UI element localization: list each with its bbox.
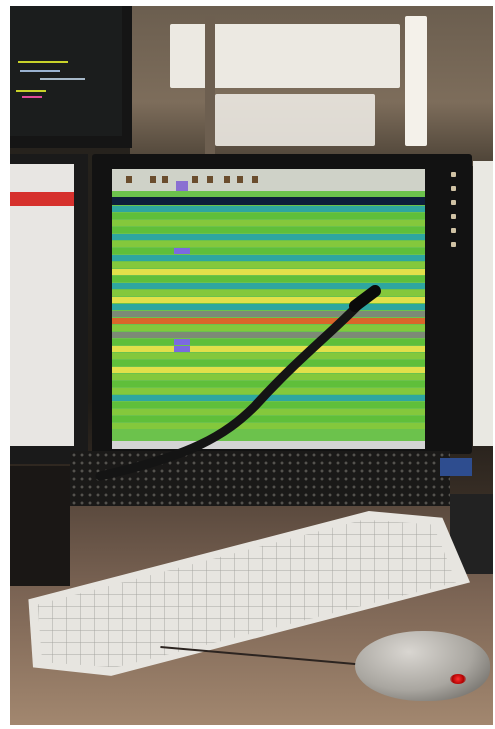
table-row: [112, 283, 425, 289]
table-row: [112, 262, 425, 268]
screen-line: [16, 90, 46, 92]
table-row: [112, 318, 425, 324]
window-frame: [205, 16, 215, 156]
monitor-top-left: [10, 6, 132, 148]
monitor-button: [451, 200, 456, 205]
highlighted-cell: [174, 346, 190, 352]
status-bar: [112, 441, 425, 449]
table-row: [112, 276, 425, 282]
table-row: [112, 220, 425, 226]
app-toolbar: [112, 169, 425, 191]
monitor-main: [92, 154, 472, 454]
toolbar-icon: [192, 176, 198, 183]
table-row: [112, 409, 425, 415]
table-row: [112, 297, 425, 303]
highlighted-cell: [174, 339, 190, 345]
monitor-main-screen: [112, 169, 425, 449]
table-row: [112, 416, 425, 422]
monitor-left-screen: [10, 164, 74, 446]
screen-line: [22, 96, 42, 98]
table-row: [112, 353, 425, 359]
monitor-top-left-screen: [10, 6, 122, 136]
table-row: [112, 395, 425, 401]
table-row: [112, 339, 425, 345]
toolbar-icon: [237, 176, 243, 183]
toolbar-icon: [150, 176, 156, 183]
table-row: [112, 269, 425, 275]
table-row: [112, 227, 425, 233]
monitor-left: [10, 154, 88, 464]
screen-line: [40, 78, 85, 80]
photo-scene: [10, 6, 493, 725]
mouse-led-icon: [450, 674, 466, 684]
toolbar-icon: [162, 176, 168, 183]
monitor-stand: [10, 466, 70, 586]
screen-line: [18, 61, 68, 63]
monitor-button: [451, 214, 456, 219]
monitor-button-column: [447, 172, 465, 442]
table-row: [112, 290, 425, 296]
screen-line: [20, 70, 60, 72]
highlighted-cell: [174, 248, 190, 254]
table-row: [112, 311, 425, 317]
table-row: [112, 241, 425, 247]
table-row: [112, 388, 425, 394]
selected-tab: [176, 181, 188, 191]
background-window: [215, 94, 375, 146]
table-row: [112, 360, 425, 366]
monitor-button: [451, 172, 456, 177]
blue-device: [440, 458, 472, 476]
table-row: [112, 248, 425, 254]
table-row: [112, 381, 425, 387]
computer-mouse: [355, 631, 490, 701]
table-header: [112, 197, 425, 205]
table-row: [112, 374, 425, 380]
monitor-right-edge: [473, 161, 493, 446]
alert-bar: [10, 192, 74, 206]
monitor-button: [451, 186, 456, 191]
table-row: [112, 206, 425, 212]
table-row: [112, 367, 425, 373]
table-row: [112, 402, 425, 408]
toolbar-icon: [224, 176, 230, 183]
table-row: [112, 346, 425, 352]
table-row: [112, 213, 425, 219]
toolbar-icon: [126, 176, 132, 183]
monitor-button: [451, 242, 456, 247]
toolbar-icon: [207, 176, 213, 183]
toolbar-icon: [252, 176, 258, 183]
table-row: [112, 423, 425, 429]
table-row: [112, 332, 425, 338]
table-row: [112, 234, 425, 240]
table-row: [112, 325, 425, 331]
monitor-button: [451, 228, 456, 233]
table-row: [112, 255, 425, 261]
background-window: [405, 16, 427, 146]
table-row: [112, 304, 425, 310]
